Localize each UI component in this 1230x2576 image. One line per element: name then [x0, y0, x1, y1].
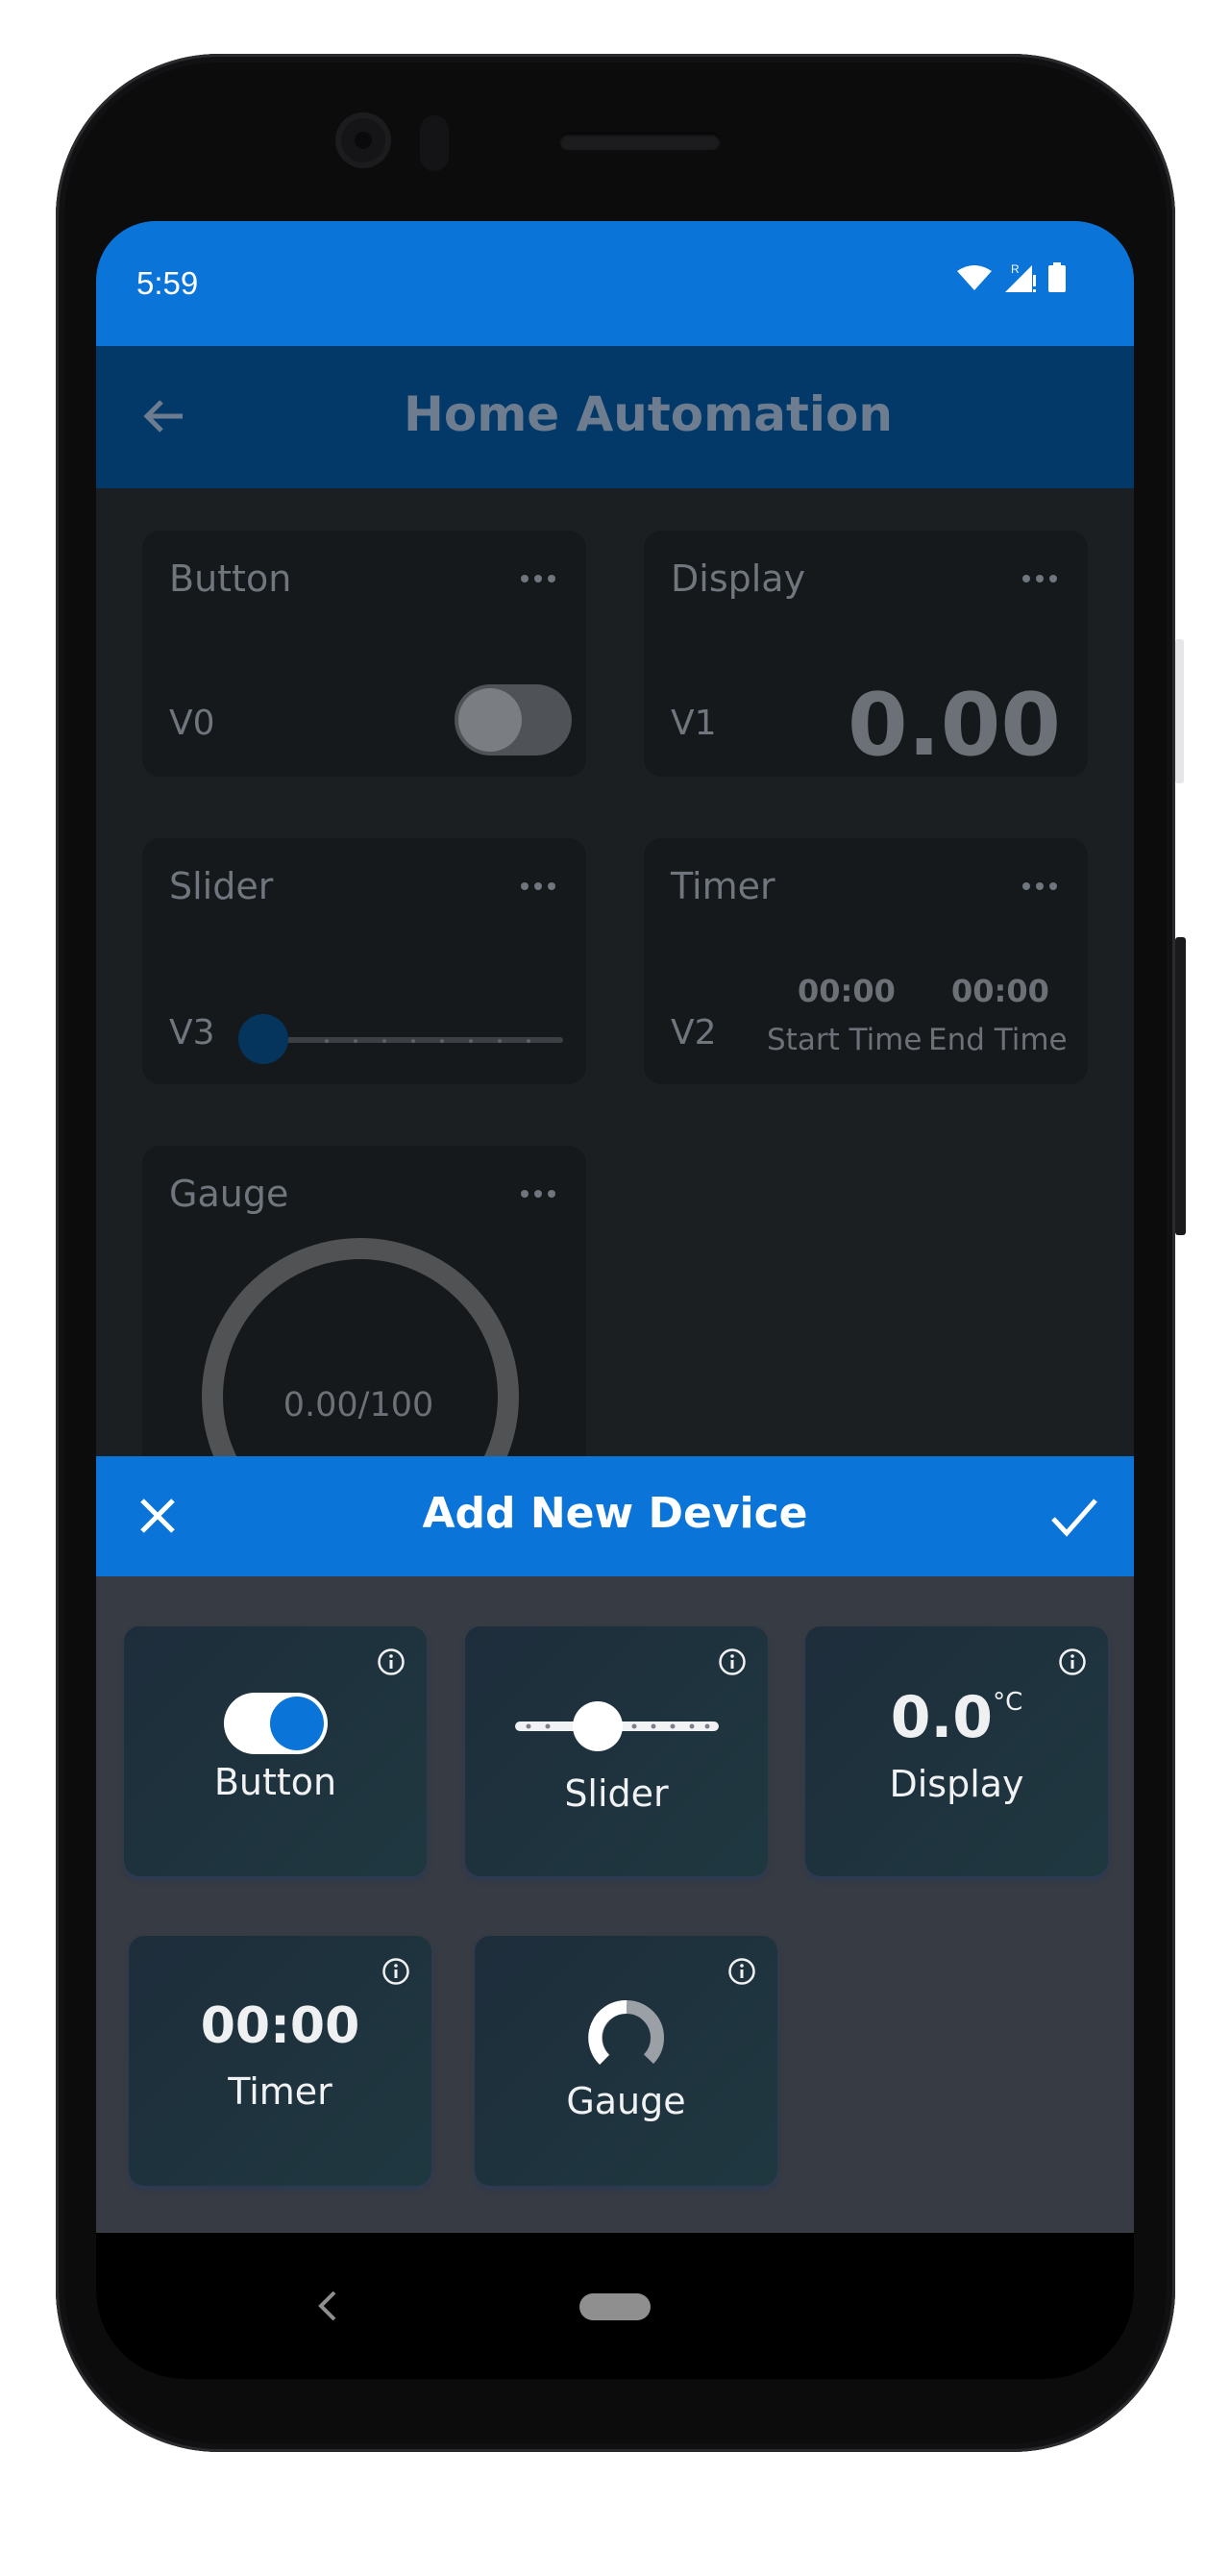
more-options-icon[interactable] [521, 575, 555, 582]
volume-button [1175, 937, 1186, 1235]
info-icon[interactable] [1058, 1647, 1087, 1676]
button-device-tile[interactable]: Button [124, 1626, 427, 1876]
gauge-device-tile[interactable]: Gauge [475, 1936, 777, 2186]
slider-knob[interactable] [238, 1014, 288, 1064]
status-time: 5:59 [136, 265, 199, 301]
card-title: Gauge [169, 1173, 289, 1215]
info-icon[interactable] [727, 1957, 756, 1986]
power-button [1175, 639, 1184, 783]
gauge-value: 0.00/100 [283, 1386, 434, 1424]
more-options-icon[interactable] [1022, 882, 1057, 890]
timer-sample-value: 00:00 [200, 1997, 360, 2055]
nav-back-icon[interactable] [309, 2287, 344, 2325]
status-icons: R [955, 261, 1067, 294]
signal-icon: R [1005, 262, 1036, 292]
add-device-header: Add New Device [96, 1456, 1134, 1576]
wifi-icon [957, 265, 992, 290]
card-title: Timer [671, 865, 775, 907]
card-title: Button [169, 557, 292, 600]
pin-label: V1 [671, 704, 717, 743]
roaming-indicator: R [1011, 262, 1020, 276]
tile-label: Button [213, 1761, 337, 1803]
card-title: Display [671, 557, 806, 600]
tile-label: Timer [228, 2070, 332, 2113]
slider-widget-card[interactable]: Slider V3 [142, 838, 586, 1084]
slider-icon [515, 1701, 719, 1751]
info-icon[interactable] [718, 1647, 747, 1676]
screen: 5:59 R Home Automation Button V0 Display… [96, 221, 1134, 2379]
pin-label: V0 [169, 704, 215, 743]
display-sample-unit: °C [993, 1688, 1023, 1717]
more-options-icon[interactable] [1022, 575, 1057, 582]
display-device-tile[interactable]: 0.0°C Display [805, 1626, 1108, 1876]
button-widget-card[interactable]: Button V0 [142, 531, 586, 777]
info-icon[interactable] [381, 1957, 410, 1986]
gauge-icon [588, 2000, 664, 2075]
display-sample-value: 0.0 [890, 1684, 994, 1751]
front-camera [335, 112, 391, 168]
tile-label: Display [889, 1763, 1024, 1805]
nav-home-pill[interactable] [579, 2293, 651, 2320]
navigation-bar [96, 2233, 1134, 2379]
display-sample: 0.0°C [805, 1684, 1108, 1751]
tile-label: Slider [564, 1772, 669, 1815]
timer-widget-card[interactable]: Timer V2 00:00 00:00 Start Time End Time [644, 838, 1088, 1084]
pin-label: V3 [169, 1013, 215, 1053]
earpiece-speaker [559, 133, 721, 150]
toggle-on-icon [224, 1693, 328, 1754]
battery-icon [1048, 262, 1066, 292]
add-device-sheet: Button Slider 0.0°C Display 00:00 Timer … [96, 1576, 1134, 2233]
page-title: Home Automation [404, 386, 893, 442]
info-icon[interactable] [377, 1647, 406, 1676]
more-options-icon[interactable] [521, 882, 555, 890]
status-bar: 5:59 R [96, 221, 1134, 346]
display-value: 0.00 [847, 675, 1061, 776]
card-title: Slider [169, 865, 274, 907]
end-time-value: 00:00 [951, 973, 1049, 1009]
toggle-switch[interactable] [455, 684, 572, 755]
start-time-label: Start Time [767, 1023, 922, 1057]
slider-device-tile[interactable]: Slider [465, 1626, 768, 1876]
check-icon[interactable] [1049, 1493, 1099, 1541]
app-bar: Home Automation [96, 346, 1134, 488]
back-arrow-icon[interactable] [142, 394, 186, 438]
pin-label: V2 [671, 1013, 717, 1053]
proximity-sensor [420, 115, 449, 171]
display-widget-card[interactable]: Display V1 0.00 [644, 531, 1088, 777]
more-options-icon[interactable] [521, 1190, 555, 1198]
tile-label: Gauge [566, 2080, 686, 2122]
start-time-value: 00:00 [798, 973, 896, 1009]
end-time-label: End Time [928, 1023, 1068, 1057]
sheet-title: Add New Device [422, 1489, 808, 1538]
timer-device-tile[interactable]: 00:00 Timer [129, 1936, 431, 2186]
